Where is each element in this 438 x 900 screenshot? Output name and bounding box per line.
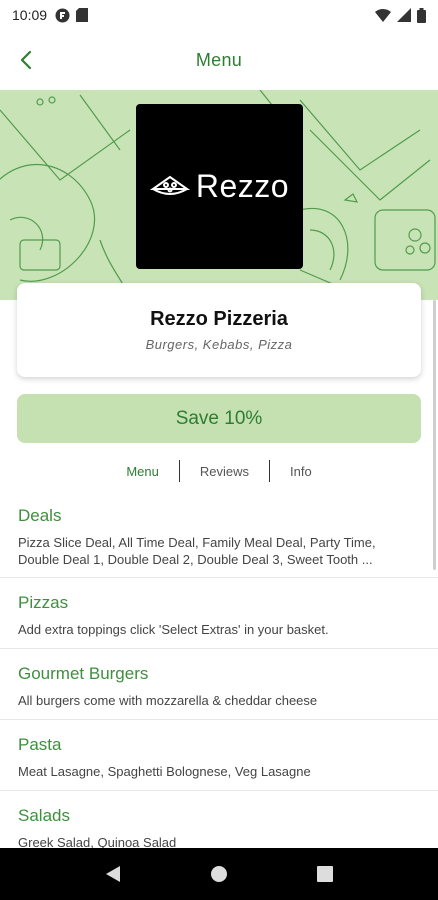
back-button[interactable] (8, 42, 44, 78)
notification-app-icon (55, 8, 70, 22)
tab-reviews[interactable]: Reviews (180, 464, 269, 479)
category-description: Pizza Slice Deal, All Time Deal, Family … (18, 535, 376, 567)
signal-icon (397, 8, 411, 22)
save-discount-label: Save 10% (175, 407, 263, 429)
back-arrow-icon (20, 50, 32, 70)
category-title: Salads (18, 806, 70, 825)
menu-category-list: Deals Pizza Slice Deal, All Time Deal, F… (0, 498, 438, 862)
tab-bar: Menu Reviews Info (0, 458, 438, 484)
system-navigation-bar (0, 848, 438, 900)
category-title: Gourmet Burgers (18, 664, 149, 683)
restaurant-logo: Rezzo (136, 104, 303, 269)
app-bar: Menu (0, 30, 438, 90)
category-pasta[interactable]: Pasta Meat Lasagne, Spaghetti Bolognese,… (0, 720, 438, 791)
battery-icon (417, 7, 426, 23)
tab-info[interactable]: Info (270, 464, 332, 479)
page-title: Menu (195, 49, 243, 70)
restaurant-name: Rezzo Pizzeria (150, 308, 288, 330)
save-discount-button[interactable]: Save 10% (17, 394, 421, 443)
category-description: Meat Lasagne, Spaghetti Bolognese, Veg L… (18, 764, 311, 779)
cuisine-list: Burgers, Kebabs, Pizza (145, 337, 293, 352)
wifi-icon (375, 8, 391, 22)
nav-home-icon[interactable] (210, 865, 228, 883)
pizza-logo-icon (149, 175, 190, 195)
tab-menu[interactable]: Menu (106, 464, 179, 479)
category-title: Pizzas (18, 593, 69, 612)
sd-card-icon (76, 8, 89, 22)
status-bar: 10:09 (0, 0, 438, 30)
category-deals[interactable]: Deals Pizza Slice Deal, All Time Deal, F… (0, 498, 438, 578)
category-title: Deals (18, 506, 62, 525)
scrollbar[interactable] (433, 300, 436, 570)
nav-back-icon[interactable] (105, 865, 121, 883)
category-description: All burgers come with mozzarella & chedd… (18, 693, 318, 708)
status-time: 10:09 (12, 7, 48, 23)
nav-recents-icon[interactable] (317, 866, 334, 882)
category-pizzas[interactable]: Pizzas Add extra toppings click 'Select … (0, 578, 438, 649)
logo-text: Rezzo (195, 168, 290, 204)
category-description: Add extra toppings click 'Select Extras'… (18, 622, 329, 637)
category-gourmet-burgers[interactable]: Gourmet Burgers All burgers come with mo… (0, 649, 438, 720)
restaurant-info-card: Rezzo Pizzeria Burgers, Kebabs, Pizza (17, 283, 421, 377)
category-title: Pasta (18, 735, 62, 754)
